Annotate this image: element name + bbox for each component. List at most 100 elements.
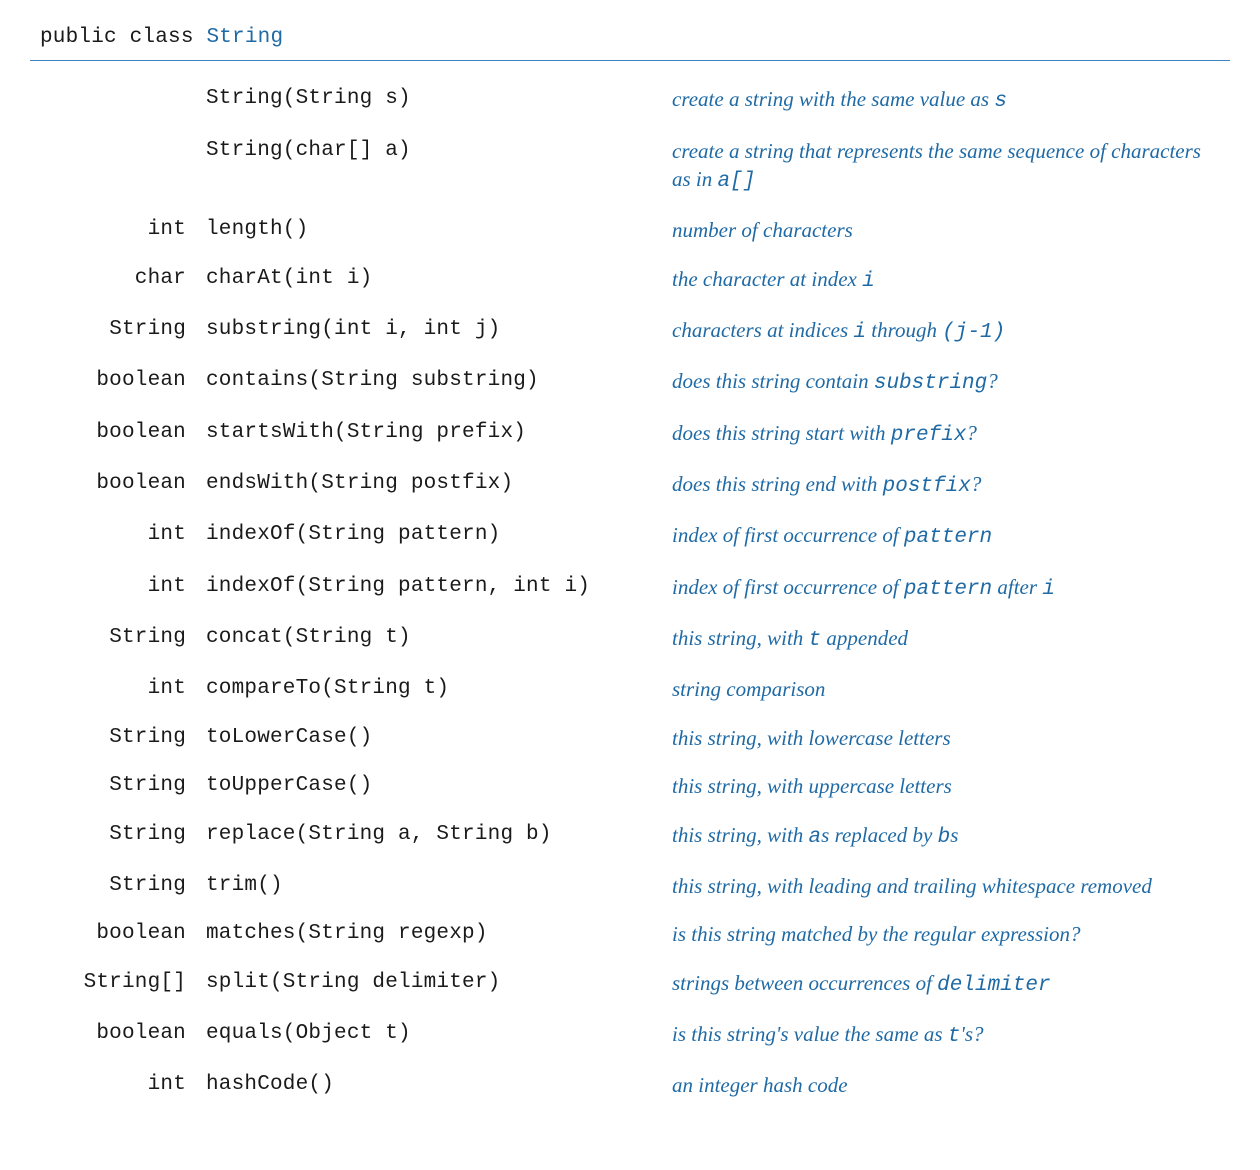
method-signature: String(char[] a)	[200, 127, 666, 207]
return-type: String	[30, 811, 200, 862]
desc-text-fragment: appended	[821, 626, 908, 650]
desc-code-fragment: a	[809, 826, 822, 849]
method-signature: concat(String t)	[200, 614, 666, 665]
class-prefix: public class	[40, 26, 206, 49]
return-type: String	[30, 714, 200, 762]
method-description: this string, with leading and trailing w…	[666, 862, 1230, 910]
desc-code-fragment: postfix	[883, 475, 971, 498]
return-type: boolean	[30, 460, 200, 511]
method-description: characters at indices i through (j-1)	[666, 306, 1230, 357]
class-name: String	[206, 26, 283, 49]
desc-text-fragment: does this string start with	[672, 421, 891, 445]
desc-text-fragment: index of first occurrence of	[672, 523, 904, 547]
api-row: intcompareTo(String t)string comparison	[30, 665, 1230, 713]
method-description: does this string end with postfix?	[666, 460, 1230, 511]
return-type: int	[30, 1061, 200, 1109]
method-signature: startsWith(String prefix)	[200, 409, 666, 460]
desc-code-fragment: pattern	[904, 526, 992, 549]
method-description: create a string that represents the same…	[666, 127, 1230, 207]
return-type: int	[30, 511, 200, 562]
method-signature: toUpperCase()	[200, 762, 666, 810]
method-signature: length()	[200, 206, 666, 254]
api-row: inthashCode()an integer hash code	[30, 1061, 1230, 1109]
desc-text-fragment: ?	[987, 369, 998, 393]
desc-code-fragment: prefix	[891, 424, 967, 447]
desc-text-fragment: strings between occurrences of	[672, 971, 937, 995]
desc-text-fragment: index of first occurrence of	[672, 575, 904, 599]
method-description: is this string matched by the regular ex…	[666, 910, 1230, 958]
return-type: String	[30, 862, 200, 910]
desc-text-fragment: ?	[971, 472, 982, 496]
api-row: Stringsubstring(int i, int j)characters …	[30, 306, 1230, 357]
method-description: string comparison	[666, 665, 1230, 713]
desc-text-fragment: is this string matched by the regular ex…	[672, 922, 1081, 946]
desc-text-fragment: this string, with	[672, 626, 809, 650]
api-table: String(String s)create a string with the…	[30, 75, 1230, 1109]
method-signature: charAt(int i)	[200, 255, 666, 306]
desc-code-fragment: b	[938, 826, 951, 849]
desc-text-fragment: through	[866, 318, 942, 342]
method-description: does this string start with prefix?	[666, 409, 1230, 460]
return-type: int	[30, 206, 200, 254]
return-type	[30, 127, 200, 207]
method-signature: String(String s)	[200, 75, 666, 126]
desc-code-fragment: (j-1)	[942, 321, 1005, 344]
method-description: is this string's value the same as t's?	[666, 1010, 1230, 1061]
desc-code-fragment: t	[948, 1025, 961, 1048]
method-signature: equals(Object t)	[200, 1010, 666, 1061]
method-description: number of characters	[666, 206, 1230, 254]
desc-text-fragment: s	[950, 823, 958, 847]
method-signature: split(String delimiter)	[200, 959, 666, 1010]
method-signature: indexOf(String pattern)	[200, 511, 666, 562]
method-signature: endsWith(String postfix)	[200, 460, 666, 511]
method-description: strings between occurrences of delimiter	[666, 959, 1230, 1010]
desc-text-fragment: an integer hash code	[672, 1073, 848, 1097]
api-row: String[]split(String delimiter)strings b…	[30, 959, 1230, 1010]
method-signature: indexOf(String pattern, int i)	[200, 563, 666, 614]
desc-text-fragment: this string, with leading and trailing w…	[672, 874, 1152, 898]
api-row: Stringreplace(String a, String b)this st…	[30, 811, 1230, 862]
return-type: boolean	[30, 1010, 200, 1061]
method-description: create a string with the same value as s	[666, 75, 1230, 126]
desc-text-fragment: is this string's value the same as	[672, 1022, 948, 1046]
desc-text-fragment: create a string with the same value as	[672, 87, 994, 111]
desc-code-fragment: pattern	[904, 578, 992, 601]
api-row: Stringconcat(String t)this string, with …	[30, 614, 1230, 665]
desc-code-fragment: a[]	[718, 170, 756, 193]
method-description: this string, with lowercase letters	[666, 714, 1230, 762]
api-row: String(String s)create a string with the…	[30, 75, 1230, 126]
api-row: Stringtrim()this string, with leading an…	[30, 862, 1230, 910]
return-type: String[]	[30, 959, 200, 1010]
return-type: int	[30, 563, 200, 614]
method-description: index of first occurrence of pattern aft…	[666, 563, 1230, 614]
method-signature: compareTo(String t)	[200, 665, 666, 713]
desc-text-fragment: number of characters	[672, 218, 853, 242]
api-row: charcharAt(int i)the character at index …	[30, 255, 1230, 306]
return-type: String	[30, 614, 200, 665]
desc-code-fragment: i	[853, 321, 866, 344]
desc-text-fragment: characters at indices	[672, 318, 853, 342]
desc-code-fragment: t	[809, 629, 822, 652]
desc-text-fragment: the character at index	[672, 267, 862, 291]
api-row: intlength()number of characters	[30, 206, 1230, 254]
api-row: intindexOf(String pattern)index of first…	[30, 511, 1230, 562]
method-description: this string, with as replaced by bs	[666, 811, 1230, 862]
desc-code-fragment: i	[862, 270, 875, 293]
return-type: boolean	[30, 357, 200, 408]
desc-text-fragment: this string, with uppercase letters	[672, 774, 952, 798]
api-row: intindexOf(String pattern, int i)index o…	[30, 563, 1230, 614]
desc-code-fragment: substring	[874, 372, 987, 395]
desc-text-fragment: ?	[966, 421, 977, 445]
desc-text-fragment: this string, with lowercase letters	[672, 726, 951, 750]
class-header: public class String	[30, 20, 1230, 61]
desc-text-fragment: after	[992, 575, 1042, 599]
api-row: booleanstartsWith(String prefix)does thi…	[30, 409, 1230, 460]
return-type	[30, 75, 200, 126]
return-type: int	[30, 665, 200, 713]
desc-code-fragment: i	[1042, 578, 1055, 601]
return-type: boolean	[30, 409, 200, 460]
method-description: this string, with uppercase letters	[666, 762, 1230, 810]
method-signature: substring(int i, int j)	[200, 306, 666, 357]
api-row: StringtoLowerCase()this string, with low…	[30, 714, 1230, 762]
api-row: booleancontains(String substring)does th…	[30, 357, 1230, 408]
